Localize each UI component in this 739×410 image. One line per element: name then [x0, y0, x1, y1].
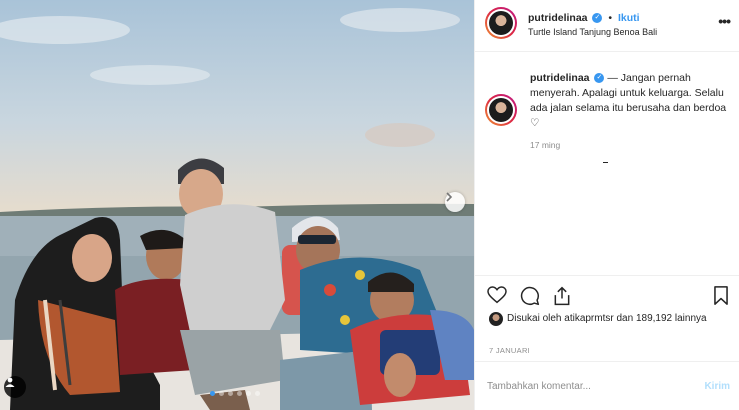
- carousel-dot: [210, 391, 215, 396]
- bookmark-icon[interactable]: [713, 286, 729, 305]
- post-date[interactable]: 7 JANUARI: [489, 346, 530, 355]
- header-user-line: putridelinaa ✓ • Ikuti: [528, 12, 640, 24]
- carousel-dot: [246, 391, 251, 396]
- post-side-panel: putridelinaa ✓ • Ikuti Turtle Island Tan…: [474, 0, 739, 410]
- liker-avatar: [489, 312, 503, 326]
- share-icon[interactable]: [552, 286, 572, 306]
- action-bar: [475, 275, 739, 315]
- post-comment-button[interactable]: Kirim: [704, 381, 730, 392]
- carousel-dot: [219, 391, 224, 396]
- comment-icon[interactable]: [520, 286, 540, 306]
- more-options-icon[interactable]: •••: [718, 13, 731, 29]
- divider: [603, 162, 608, 163]
- carousel-dot: [228, 391, 233, 396]
- follow-button[interactable]: Ikuti: [618, 12, 640, 24]
- comment-input[interactable]: [487, 376, 677, 396]
- post-photo[interactable]: [0, 0, 474, 410]
- likes-text: Disukai oleh atikaprmtsr dan 189,192 lai…: [507, 313, 707, 324]
- carousel-dot: [255, 391, 260, 396]
- heart-icon[interactable]: [487, 286, 507, 304]
- carousel-dot: [237, 391, 242, 396]
- location-link[interactable]: Turtle Island Tanjung Benoa Bali: [528, 27, 657, 37]
- caption-text-block: putridelinaa ✓ — Jangan pernah menyerah.…: [530, 71, 735, 131]
- photo-illustration: [0, 8, 474, 410]
- caption-username-link[interactable]: putridelinaa: [530, 72, 590, 84]
- verified-badge-icon: ✓: [592, 13, 603, 24]
- verified-badge-icon: ✓: [594, 73, 605, 84]
- separator: •: [608, 12, 613, 24]
- chevron-right-icon: [446, 192, 453, 202]
- post-header: putridelinaa ✓ • Ikuti Turtle Island Tan…: [475, 0, 739, 52]
- user-tag-icon: [5, 377, 15, 387]
- caption-avatar[interactable]: [485, 94, 517, 126]
- user-tag-button[interactable]: [4, 376, 26, 398]
- carousel-next-button[interactable]: [445, 192, 465, 212]
- avatar[interactable]: [485, 7, 517, 39]
- comment-form: Kirim: [475, 361, 739, 410]
- caption-section: putridelinaa ✓ — Jangan pernah menyerah.…: [475, 52, 739, 274]
- carousel-indicator: [210, 391, 260, 396]
- username-link[interactable]: putridelinaa: [528, 12, 588, 24]
- caption-timestamp[interactable]: 17 ming: [530, 140, 560, 150]
